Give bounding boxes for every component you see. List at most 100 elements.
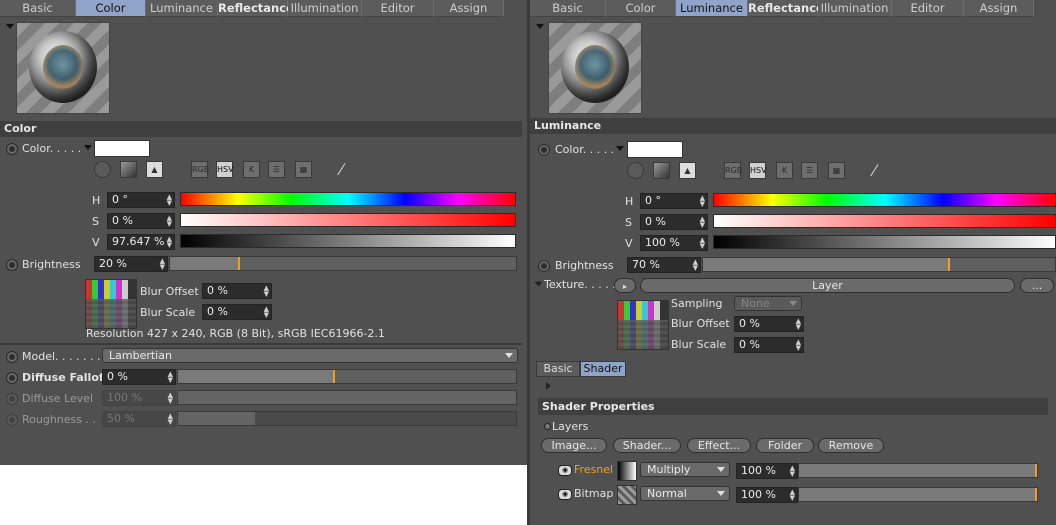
brightness-knob[interactable] bbox=[948, 258, 951, 271]
color-swatch[interactable] bbox=[94, 140, 150, 157]
hue-slider[interactable] bbox=[713, 193, 1056, 207]
tab-assign[interactable]: Assign bbox=[434, 0, 504, 17]
tab-editor[interactable]: Editor bbox=[892, 0, 964, 17]
expand-arrow-icon[interactable] bbox=[546, 382, 551, 390]
swatch-grid-icon[interactable]: ▦ bbox=[295, 161, 312, 178]
brightness-knob[interactable] bbox=[238, 257, 241, 270]
h-input[interactable]: 0 ° ▲ ▼ bbox=[640, 193, 708, 209]
image-button[interactable]: Image... bbox=[541, 438, 607, 453]
v-input[interactable]: 97.647 % ▲ ▼ bbox=[107, 234, 175, 250]
texture-layer-button[interactable]: Layer bbox=[640, 278, 1015, 293]
tab-reflectance[interactable]: Reflectance bbox=[748, 0, 824, 17]
model-radio[interactable] bbox=[6, 351, 18, 363]
mixer-mode-icon[interactable]: ☰ bbox=[801, 162, 818, 179]
texture-menu-button[interactable]: ▸ bbox=[614, 278, 636, 293]
eye-icon[interactable]: ◉ bbox=[558, 465, 572, 476]
rgb-mode-button[interactable]: RGB bbox=[191, 161, 209, 178]
color-spectrum-icon[interactable] bbox=[120, 161, 137, 178]
effect-button[interactable]: Effect... bbox=[687, 438, 751, 453]
s-label: S bbox=[625, 216, 632, 229]
fresnel-gradient-icon[interactable] bbox=[617, 461, 637, 481]
s-input[interactable]: 0 % ▲ ▼ bbox=[640, 214, 708, 230]
kelvin-mode-button[interactable]: K bbox=[776, 162, 793, 179]
value-slider[interactable] bbox=[713, 235, 1056, 249]
layers-radio[interactable] bbox=[544, 423, 551, 430]
color-swatch[interactable] bbox=[627, 141, 683, 158]
blur-offset-input[interactable]: 0 % ▲ ▼ bbox=[734, 316, 804, 332]
blend-mode-dropdown-fresnel[interactable]: Multiply bbox=[640, 462, 730, 477]
swatch-grid-icon[interactable]: ▦ bbox=[828, 162, 845, 179]
brightness-radio[interactable] bbox=[6, 259, 18, 271]
shader-button[interactable]: Shader... bbox=[613, 438, 681, 453]
layer-opacity-slider-bitmap[interactable] bbox=[798, 487, 1038, 502]
bitmap-thumbnail-icon[interactable] bbox=[617, 485, 637, 505]
brightness-input[interactable]: 70 % ▲ ▼ bbox=[627, 257, 701, 273]
tab-luminance[interactable]: Luminance bbox=[146, 0, 218, 17]
tab-basic[interactable]: Basic bbox=[0, 0, 76, 17]
mixer-mode-icon[interactable]: ☰ bbox=[268, 161, 285, 178]
hue-slider[interactable] bbox=[180, 192, 516, 206]
layer-opacity-input-bitmap[interactable]: 100 % ▲ ▼ bbox=[736, 487, 798, 503]
tab-luminance[interactable]: Luminance bbox=[676, 0, 748, 17]
diffuse-falloff-slider[interactable] bbox=[177, 369, 517, 384]
hsv-mode-button[interactable]: HSV bbox=[749, 162, 767, 179]
texture-more-button[interactable]: ... bbox=[1020, 278, 1054, 293]
eye-icon[interactable]: ◉ bbox=[558, 489, 572, 500]
folder-button[interactable]: Folder bbox=[756, 438, 814, 453]
remove-button[interactable]: Remove bbox=[818, 438, 884, 453]
tab-illumination[interactable]: Illumination bbox=[288, 0, 362, 17]
texture-preview[interactable] bbox=[85, 279, 137, 329]
brightness-slider[interactable] bbox=[169, 256, 517, 271]
blur-scale-input[interactable]: 0 % ▲ ▼ bbox=[734, 337, 804, 353]
saturation-slider[interactable] bbox=[713, 214, 1056, 228]
kelvin-mode-button[interactable]: K bbox=[243, 161, 260, 178]
tab-basic[interactable]: Basic bbox=[530, 0, 606, 17]
color-wheel-icon[interactable] bbox=[627, 162, 644, 179]
subtab-basic[interactable]: Basic bbox=[536, 361, 580, 377]
subtab-shader[interactable]: Shader bbox=[580, 361, 626, 377]
tab-reflectance[interactable]: Reflectance bbox=[218, 0, 294, 17]
eyedropper-icon[interactable]: ⁄ bbox=[340, 160, 343, 179]
rgb-mode-button[interactable]: RGB bbox=[724, 162, 742, 179]
material-preview[interactable] bbox=[16, 22, 110, 114]
brightness-slider[interactable] bbox=[702, 257, 1056, 272]
collapse-arrow-icon[interactable] bbox=[6, 24, 14, 29]
tab-color[interactable]: Color bbox=[76, 0, 146, 17]
layer-opacity-slider-fresnel[interactable] bbox=[798, 463, 1038, 478]
model-dropdown[interactable]: Lambertian bbox=[102, 348, 518, 363]
section-luminance-title: Luminance bbox=[530, 118, 1056, 134]
color-spectrum-icon[interactable] bbox=[653, 162, 670, 179]
layer-name-fresnel[interactable]: Fresnel bbox=[574, 463, 613, 477]
brightness-input[interactable]: 20 % ▲ ▼ bbox=[94, 256, 168, 272]
layer-opacity-input-fresnel[interactable]: 100 % ▲ ▼ bbox=[736, 463, 798, 479]
saturation-slider[interactable] bbox=[180, 213, 516, 227]
texture-preview[interactable] bbox=[617, 300, 669, 350]
blur-scale-input[interactable]: 0 % ▲ ▼ bbox=[202, 304, 272, 320]
layer-name-bitmap[interactable]: Bitmap bbox=[574, 487, 613, 501]
tab-assign[interactable]: Assign bbox=[964, 0, 1034, 17]
image-picker-icon[interactable]: ▲ bbox=[679, 162, 696, 179]
collapse-arrow-icon[interactable] bbox=[536, 24, 544, 29]
diffuse-falloff-input[interactable]: 0 % ▲ ▼ bbox=[102, 369, 176, 385]
value-slider[interactable] bbox=[180, 234, 516, 248]
color-radio[interactable] bbox=[6, 143, 18, 155]
color-wheel-icon[interactable] bbox=[94, 161, 111, 178]
material-preview[interactable] bbox=[548, 22, 642, 114]
texture-expand-icon[interactable] bbox=[534, 281, 543, 287]
eyedropper-icon[interactable]: ⁄ bbox=[873, 161, 876, 180]
brightness-radio[interactable] bbox=[538, 260, 550, 272]
tab-illumination[interactable]: Illumination bbox=[818, 0, 892, 17]
color-dropdown-icon[interactable] bbox=[84, 145, 92, 150]
tab-color[interactable]: Color bbox=[606, 0, 676, 17]
v-input[interactable]: 100 % ▲ ▼ bbox=[640, 235, 708, 251]
color-dropdown-icon[interactable] bbox=[616, 146, 624, 151]
blend-mode-dropdown-bitmap[interactable]: Normal bbox=[640, 486, 730, 501]
hsv-mode-button[interactable]: HSV bbox=[216, 161, 234, 178]
tab-editor[interactable]: Editor bbox=[362, 0, 434, 17]
image-picker-icon[interactable]: ▲ bbox=[146, 161, 163, 178]
blur-offset-input[interactable]: 0 % ▲ ▼ bbox=[202, 283, 272, 299]
diffuse-falloff-radio[interactable] bbox=[6, 372, 18, 384]
h-input[interactable]: 0 ° ▲ ▼ bbox=[107, 192, 175, 208]
s-input[interactable]: 0 % ▲ ▼ bbox=[107, 213, 175, 229]
color-radio[interactable] bbox=[538, 144, 550, 156]
